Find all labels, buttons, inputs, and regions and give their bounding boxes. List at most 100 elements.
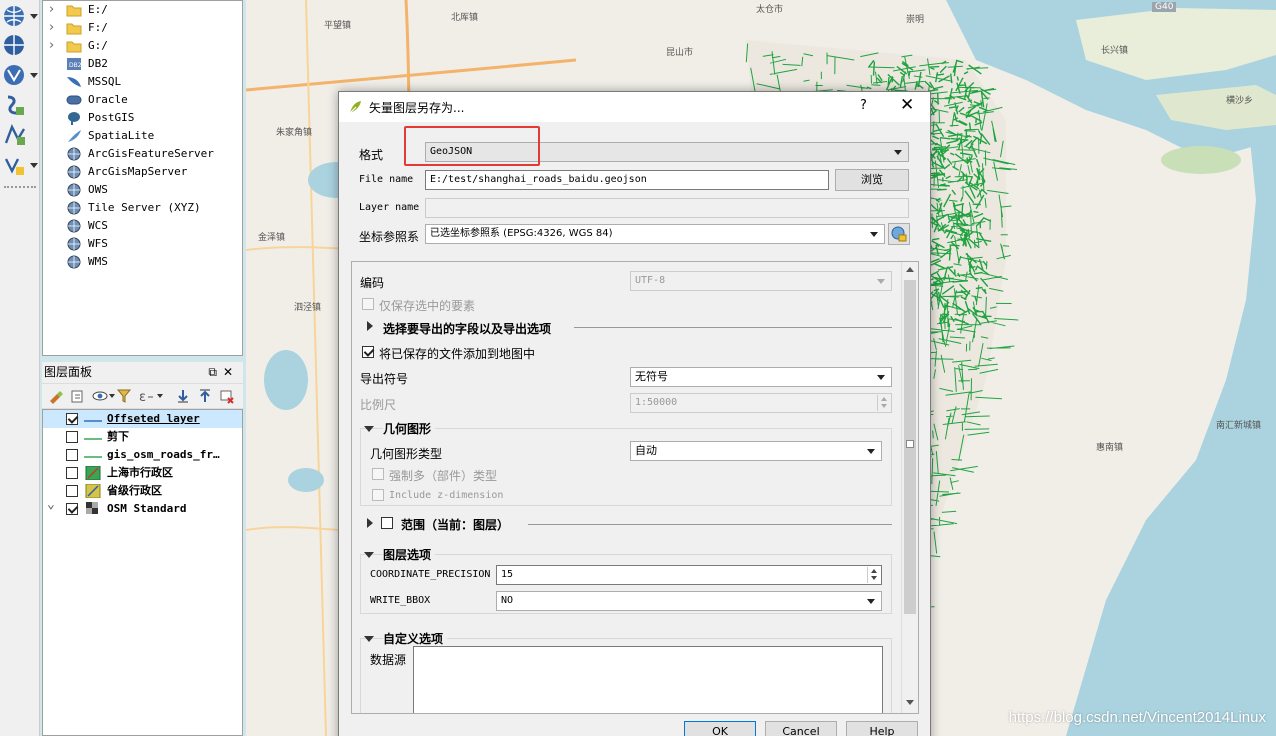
scale-label: 比例尺 [360, 398, 397, 412]
scroll-up-icon[interactable] [906, 267, 914, 272]
scale-input[interactable]: 1:50000 [630, 393, 892, 413]
layer-visibility-checkbox[interactable] [66, 449, 78, 461]
browse-button[interactable]: 浏览 [835, 169, 909, 191]
datasource-textarea[interactable] [413, 646, 883, 713]
chevron-down-icon[interactable]: ⌄ [47, 496, 55, 514]
filename-input[interactable]: E:/test/shanghai_roads_baidu.geojson [425, 170, 829, 190]
layer-options-header[interactable]: 图层选项 [383, 546, 436, 563]
add-to-map-checkbox[interactable] [362, 346, 374, 358]
extent-checkbox[interactable] [381, 517, 393, 529]
browser-item[interactable]: › F:/ [43, 19, 242, 37]
layer-item[interactable]: 剪下 [43, 428, 242, 446]
collapse-arrow-icon[interactable] [364, 636, 374, 642]
layer-item[interactable]: ⌄ OSM Standard [43, 497, 242, 518]
add-wfs-layer-button[interactable] [2, 63, 38, 89]
layername-input[interactable] [425, 198, 909, 218]
scrollbar-thumb[interactable] [904, 280, 916, 614]
remove-layer-icon[interactable] [219, 388, 235, 404]
symbology-combo[interactable]: 无符号 [630, 367, 892, 387]
spinner-arrows-icon[interactable] [867, 567, 880, 583]
extent-header[interactable]: 范围（当前：图层） [401, 516, 509, 533]
collapse-arrow-icon[interactable] [364, 552, 374, 558]
geometry-type-value: 自动 [635, 444, 657, 457]
collapse-all-icon[interactable] [197, 388, 213, 404]
new-virtual-layer-button[interactable] [2, 93, 30, 119]
layer-name: gis_osm_roads_fr… [107, 448, 220, 461]
coord-precision-value: 15 [501, 569, 514, 580]
cancel-button[interactable]: Cancel [765, 721, 837, 736]
browser-item[interactable]: ArcGisMapServer [43, 163, 242, 181]
vertical-scrollbar[interactable] [901, 262, 918, 713]
coord-precision-input[interactable]: 15 [496, 565, 882, 585]
collapse-arrow-icon[interactable] [364, 426, 374, 432]
include-z-label: Include z-dimension [389, 490, 504, 501]
options-scroll-area[interactable]: 编码 UTF-8 仅保存选中的要素 选择要导出的字段以及导出选项 将已保存的文件… [351, 261, 919, 714]
layer-item[interactable]: gis_osm_roads_fr… [43, 446, 242, 464]
save-selected-checkbox[interactable] [362, 298, 374, 310]
filter-icon[interactable] [116, 388, 132, 404]
layer-name: 上海市行政区 [107, 466, 173, 479]
layer-item[interactable]: 省级行政区 [43, 482, 242, 500]
add-wcs-layer-button[interactable] [2, 33, 30, 59]
new-geopackage-button[interactable] [2, 153, 38, 179]
include-z-checkbox[interactable] [372, 489, 384, 501]
scroll-down-icon[interactable] [906, 700, 914, 705]
browser-item[interactable]: DB2 DB2 [43, 55, 242, 73]
layer-visibility-checkbox[interactable] [66, 413, 78, 425]
crs-select-button[interactable] [888, 223, 910, 245]
close-icon[interactable]: ✕ [900, 95, 914, 115]
browser-item[interactable]: SpatiaLite [43, 127, 242, 145]
browser-item[interactable]: PostGIS [43, 109, 242, 127]
force-multi-checkbox[interactable] [372, 468, 384, 480]
layer-item[interactable]: Offseted layer [43, 410, 242, 428]
layer-item[interactable]: 上海市行政区 [43, 464, 242, 482]
float-panel-icon[interactable]: ⧉ [208, 365, 223, 379]
add-wms-layer-button[interactable] [2, 4, 38, 30]
chevron-right-icon[interactable]: › [49, 37, 54, 55]
browser-item[interactable]: WMS [43, 253, 242, 271]
layer-visibility-checkbox[interactable] [66, 467, 78, 479]
layer-tree[interactable]: Offseted layer 剪下 gis_osm_roads_fr… 上海市行政区省… [42, 409, 243, 736]
chevron-down-icon[interactable] [157, 394, 163, 398]
new-shapefile-button[interactable] [2, 123, 30, 149]
chevron-down-icon[interactable] [109, 394, 115, 398]
geometry-header[interactable]: 几何图形 [383, 420, 436, 437]
style-brush-icon[interactable] [47, 388, 63, 404]
add-group-icon[interactable] [69, 388, 85, 404]
browser-item[interactable]: MSSQL [43, 73, 242, 91]
expand-arrow-icon[interactable] [367, 518, 373, 528]
expression-filter-icon[interactable]: ε [138, 388, 154, 404]
ok-button[interactable]: OK [684, 721, 756, 736]
globe-icon [4, 6, 24, 26]
browser-item[interactable]: Oracle [43, 91, 242, 109]
crs-combo[interactable]: 已选坐标参照系 (EPSG:4326, WGS 84) [425, 224, 885, 244]
browser-item[interactable]: ArcGisFeatureServer [43, 145, 242, 163]
help-button[interactable]: Help [846, 721, 918, 736]
geometry-type-combo[interactable]: 自动 [630, 441, 882, 461]
select-fields-header[interactable]: 选择要导出的字段以及导出选项 [383, 320, 551, 337]
encoding-combo[interactable]: UTF-8 [630, 271, 892, 291]
browser-item[interactable]: WFS [43, 235, 242, 253]
browser-item[interactable]: Tile Server (XYZ) [43, 199, 242, 217]
chevron-right-icon[interactable]: › [49, 1, 54, 19]
layer-visibility-checkbox[interactable] [66, 485, 78, 497]
close-panel-icon[interactable]: ✕ [223, 365, 239, 379]
layer-visibility-checkbox[interactable] [66, 503, 78, 515]
expand-all-icon[interactable] [175, 388, 191, 404]
browser-item[interactable]: › G:/ [43, 37, 242, 55]
custom-options-header[interactable]: 自定义选项 [383, 630, 448, 647]
add-to-map-label: 将已保存的文件添加到地图中 [379, 347, 536, 361]
layer-visibility-checkbox[interactable] [66, 431, 78, 443]
visibility-eye-icon[interactable] [92, 388, 108, 404]
browser-item[interactable]: OWS [43, 181, 242, 199]
browser-item[interactable]: WCS [43, 217, 242, 235]
help-icon[interactable]: ? [860, 98, 867, 113]
globe-icon [66, 147, 82, 161]
new-vector-icon [4, 158, 24, 175]
browser-item-label: ArcGisFeatureServer [88, 147, 214, 160]
write-bbox-combo[interactable]: NO [496, 591, 882, 611]
chevron-right-icon[interactable]: › [49, 19, 54, 37]
browser-item[interactable]: › E:/ [43, 1, 242, 19]
expand-arrow-icon[interactable] [367, 321, 373, 331]
browser-panel[interactable]: › E:/ › F:/ › G:/ DB2 DB2 MSSQL Oracle PostGIS Spat… [42, 0, 243, 356]
